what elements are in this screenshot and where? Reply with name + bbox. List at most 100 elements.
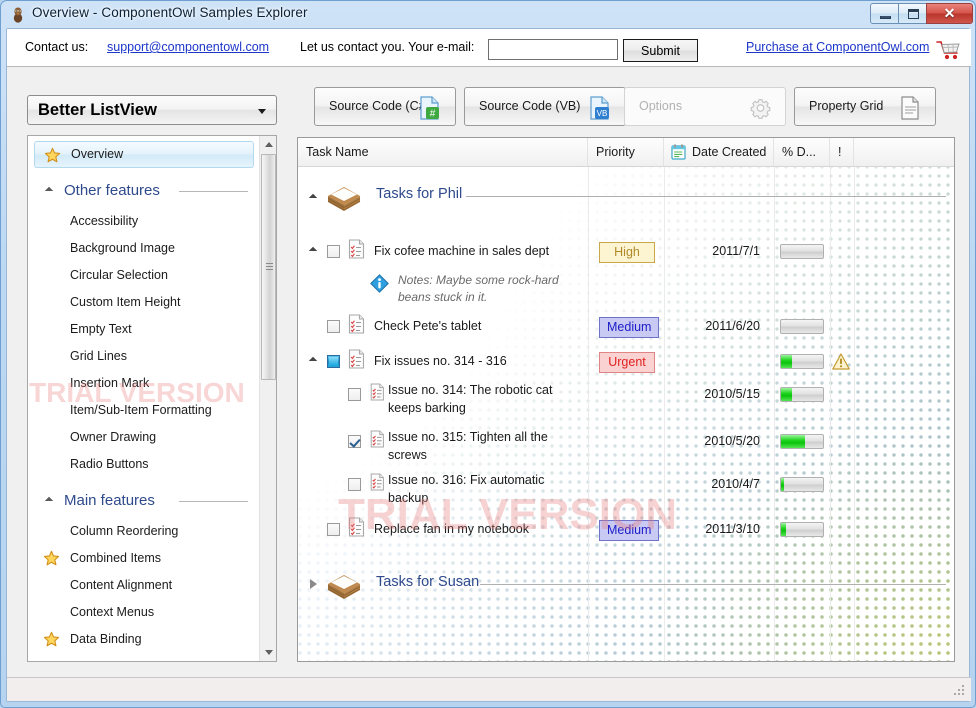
priority-badge: High (599, 242, 655, 263)
progress-fill (781, 478, 784, 491)
sidebar-item-label: Radio Buttons (70, 457, 149, 471)
row-checkbox[interactable] (348, 435, 361, 448)
scroll-down-button[interactable] (260, 644, 276, 661)
sidebar-item-circular-selection[interactable]: Circular Selection (34, 262, 254, 289)
application-window: Overview - ComponentOwl Samples Explorer… (0, 0, 976, 708)
column-header-priority[interactable]: Priority (588, 138, 664, 166)
purchase-link[interactable]: Purchase at ComponentOwl.com (746, 40, 929, 54)
sub-task-icon (370, 473, 384, 491)
info-icon-wrap (370, 274, 389, 293)
sidebar-item-content-alignment[interactable]: Content Alignment (34, 572, 254, 599)
date-created-cell: 2010/5/15 (704, 387, 760, 401)
date-created-cell: 2010/5/20 (704, 434, 760, 448)
table-row[interactable]: Fix cofee machine in sales dept High 2011/… (298, 237, 954, 267)
table-row[interactable]: Replace fan in my notebook Medium 2011/3/1… (298, 515, 954, 545)
sidebar-item-overview[interactable]: Overview (34, 141, 254, 168)
task-list-icon-wrap (348, 239, 366, 259)
nav-scrollbar-thumb[interactable] (261, 154, 276, 380)
row-checkbox[interactable] (327, 245, 340, 258)
sidebar-item-data-binding[interactable]: Data Binding (34, 626, 254, 653)
sub-task-icon-wrap (370, 430, 388, 450)
expander-icon[interactable] (308, 193, 318, 203)
sidebar-item-label: Grid Lines (70, 349, 127, 363)
priority-badge: Urgent (599, 352, 655, 373)
task-note: Notes: Maybe some rock-hard beans stuck … (398, 273, 559, 304)
sub-task-icon-wrap (370, 473, 388, 493)
triangle-down-icon (264, 650, 273, 655)
row-checkbox[interactable] (327, 355, 340, 368)
warning-icon (832, 353, 850, 370)
source-code-c-button[interactable]: Source Code (C#) # (314, 87, 456, 126)
group-label: Tasks for Susan (376, 574, 480, 590)
property-grid-label: Property Grid (809, 99, 884, 113)
sidebar-item-insertion-mark[interactable]: Insertion Mark (34, 370, 254, 397)
task-listview[interactable]: Task Name Priority Date Created % D...! Tas… (297, 137, 955, 662)
status-bar (7, 677, 971, 701)
email-field[interactable] (488, 39, 618, 60)
sidebar-item-empty-text[interactable]: Empty Text (34, 316, 254, 343)
submit-button[interactable]: Submit (623, 39, 698, 62)
sidebar-item-label: Insertion Mark (70, 376, 150, 390)
sidebar-item-owner-drawing[interactable]: Owner Drawing (34, 424, 254, 451)
table-row[interactable]: Issue no. 316: Fix automatic backup 2010/… (298, 470, 954, 505)
nav-group-main-features[interactable]: Main features (34, 484, 254, 518)
group-header-tasks-for-susan[interactable]: Tasks for Susan (298, 563, 954, 607)
progress-fill (781, 435, 805, 448)
sidebar-item-radio-buttons[interactable]: Radio Buttons (34, 451, 254, 478)
expander-icon[interactable] (308, 356, 318, 366)
property-grid-button[interactable]: Property Grid (794, 87, 936, 126)
sidebar-item-label: Data Binding (70, 632, 142, 646)
expander-icon (44, 186, 54, 196)
table-row[interactable]: Fix issues no. 314 - 316 Urgent (298, 347, 954, 377)
close-button[interactable]: ✕ (926, 3, 973, 24)
sidebar-item-label: Content Alignment (70, 578, 173, 592)
sample-selector-combo[interactable]: Better ListView (27, 95, 277, 125)
date-created-cell: 2010/4/7 (711, 477, 760, 491)
sidebar-item-item-sub-item-formatting[interactable]: Item/Sub-Item Formatting (34, 397, 254, 424)
info-icon (370, 274, 389, 293)
minimize-button[interactable] (870, 3, 899, 24)
sidebar-item-context-menus[interactable]: Context Menus (34, 599, 254, 626)
row-checkbox[interactable] (348, 478, 361, 491)
sidebar-item-label: Combined Items (70, 551, 162, 565)
column-header-date-created[interactable]: Date Created (664, 138, 774, 166)
nav-group-other-features[interactable]: Other features (34, 174, 254, 208)
group-header-tasks-for-phil[interactable]: Tasks for Phil (298, 175, 954, 219)
maximize-button[interactable] (898, 3, 927, 24)
table-row[interactable]: Issue no. 314: The robotic cat keeps bar… (298, 380, 954, 415)
title-bar: Overview - ComponentOwl Samples Explorer… (1, 1, 976, 28)
column-header-d[interactable]: % D... (774, 138, 830, 166)
row-checkbox[interactable] (348, 388, 361, 401)
column-header-task-name[interactable]: Task Name (298, 138, 588, 166)
source-code-c-label: Source Code (C#) (329, 99, 430, 113)
shopping-cart-icon (936, 41, 960, 60)
table-row[interactable]: Check Pete's tablet Medium 2011/6/20 (298, 312, 954, 342)
grip-icon (266, 263, 273, 270)
percent-done-progressbar (780, 522, 824, 537)
sidebar-item-custom-item-height[interactable]: Custom Item Height (34, 289, 254, 316)
nav-scrollbar[interactable] (259, 136, 276, 661)
sidebar-item-grid-lines[interactable]: Grid Lines (34, 343, 254, 370)
options-label: Options (639, 99, 683, 113)
expander-icon[interactable] (308, 246, 318, 256)
table-row[interactable]: Issue no. 315: Tighten all the screws 201… (298, 427, 954, 462)
task-name: Issue no. 314: The robotic cat keeps bar… (388, 383, 553, 415)
support-email-link[interactable]: support@componentowl.com (107, 40, 269, 54)
task-list-icon (348, 314, 365, 334)
expander-icon[interactable] (310, 579, 317, 589)
sidebar-item-combined-items[interactable]: Combined Items (34, 545, 254, 572)
sidebar-item-accessibility[interactable]: Accessibility (34, 208, 254, 235)
row-checkbox[interactable] (327, 320, 340, 333)
column-header-blank[interactable]: ! (830, 138, 854, 166)
scroll-up-button[interactable] (260, 136, 276, 153)
priority-badge: Medium (599, 520, 660, 541)
column-header-blank[interactable] (854, 138, 954, 166)
sidebar-item-label: Background Image (70, 241, 175, 255)
sidebar-item-column-reordering[interactable]: Column Reordering (34, 518, 254, 545)
resize-grip[interactable] (953, 684, 967, 698)
source-code-vb-button[interactable]: Source Code (VB) VB (464, 87, 626, 126)
percent-done-progressbar (780, 244, 824, 259)
sidebar-item-background-image[interactable]: Background Image (34, 235, 254, 262)
group-divider (480, 584, 946, 585)
row-checkbox[interactable] (327, 523, 340, 536)
